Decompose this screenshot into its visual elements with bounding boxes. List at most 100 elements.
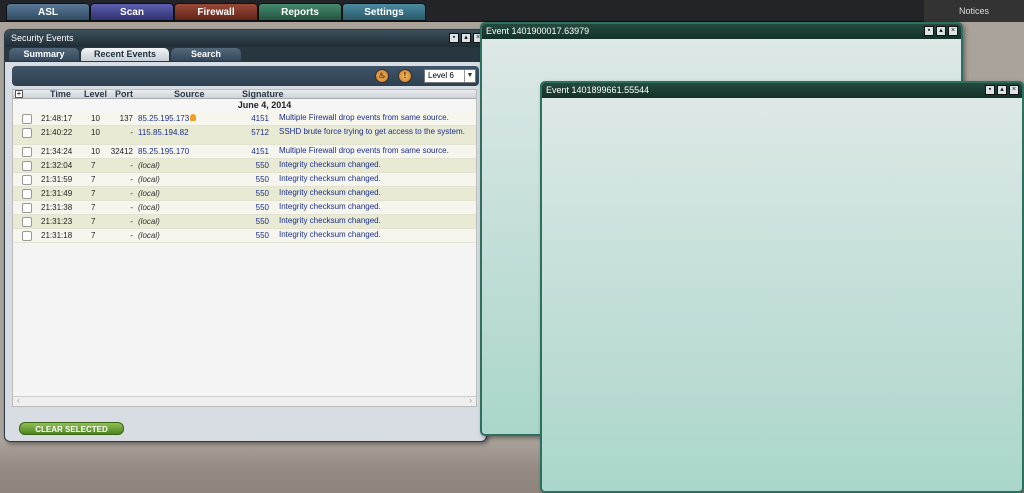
cell-time: 21:31:23 xyxy=(41,217,73,226)
minimize-icon[interactable]: ▪ xyxy=(449,33,459,43)
cell-level: 10 xyxy=(91,128,100,137)
source-ip[interactable]: 85.25.195.173 xyxy=(138,114,189,123)
cell-signature[interactable]: 550 xyxy=(238,231,269,240)
cell-description: Integrity checksum changed. xyxy=(279,174,381,183)
window-titlebar[interactable]: Event 1401899661.55544 ▪ ▴ × xyxy=(542,83,1022,98)
cell-signature[interactable]: 550 xyxy=(238,189,269,198)
cell-source: (local) xyxy=(138,231,160,240)
cell-description: Integrity checksum changed. xyxy=(279,230,381,239)
cell-signature[interactable]: 4151 xyxy=(238,114,269,123)
horizontal-scrollbar[interactable]: ‹ › xyxy=(13,396,476,406)
cell-source: (local) xyxy=(138,175,160,184)
row-checkbox[interactable] xyxy=(22,128,32,138)
cell-signature[interactable]: 550 xyxy=(238,175,269,184)
table-row[interactable]: 21:31:23 7 - (local) 550 Integrity check… xyxy=(13,215,476,229)
cell-time: 21:40:22 xyxy=(41,128,73,137)
scroll-right-icon[interactable]: › xyxy=(469,397,472,405)
cell-signature[interactable]: 4151 xyxy=(238,147,269,156)
row-checkbox[interactable] xyxy=(22,231,32,241)
row-checkbox[interactable] xyxy=(22,203,32,213)
tab-search[interactable]: Search xyxy=(171,48,241,61)
close-icon[interactable]: × xyxy=(948,26,958,36)
scroll-left-icon[interactable]: ‹ xyxy=(17,397,20,405)
row-checkbox[interactable] xyxy=(22,217,32,227)
column-port[interactable]: Port xyxy=(115,89,133,99)
events-toolbar: ♨ ! Level 6 ▼ xyxy=(12,66,479,86)
cell-port: - xyxy=(130,175,133,184)
minimize-icon[interactable]: ▪ xyxy=(924,26,934,36)
cell-source: (local) xyxy=(138,203,160,212)
window-titlebar[interactable]: Event 1401900017.63979 ▪ ▴ × xyxy=(482,24,961,39)
cell-level: 10 xyxy=(91,147,100,156)
row-checkbox[interactable] xyxy=(22,175,32,185)
security-events-window: Security Events ▪ ▴ × Summary Recent Eve… xyxy=(4,29,487,442)
clear-selected-button[interactable]: CLEAR SELECTED xyxy=(19,422,124,435)
cell-port: - xyxy=(130,217,133,226)
tab-scan[interactable]: Scan xyxy=(90,3,174,21)
cell-time: 21:31:49 xyxy=(41,189,73,198)
detach-icon[interactable]: ▴ xyxy=(997,85,1007,95)
event-window: Event 1401899661.55544 ▪ ▴ × xyxy=(540,81,1024,493)
cell-source[interactable]: 115.85.194.82 xyxy=(138,128,189,137)
level-select[interactable]: Level 6 ▼ xyxy=(424,69,476,83)
table-row[interactable]: 21:40:22 10 - 115.85.194.82 5712 SSHD br… xyxy=(13,126,476,145)
cell-port: - xyxy=(130,203,133,212)
chevron-down-icon: ▼ xyxy=(464,70,475,82)
cell-signature[interactable]: 550 xyxy=(238,217,269,226)
minimize-icon[interactable]: ▪ xyxy=(985,85,995,95)
cell-signature[interactable]: 5712 xyxy=(238,128,269,137)
expand-all-icon[interactable]: + xyxy=(15,90,23,98)
cell-level: 7 xyxy=(91,203,96,212)
row-checkbox[interactable] xyxy=(22,147,32,157)
column-signature[interactable]: Signature xyxy=(242,89,284,99)
table-row[interactable]: 21:31:18 7 - (local) 550 Integrity check… xyxy=(13,229,476,243)
column-source[interactable]: Source xyxy=(174,89,205,99)
table-row[interactable]: 21:32:04 7 - (local) 550 Integrity check… xyxy=(13,159,476,173)
cell-time: 21:31:59 xyxy=(41,175,73,184)
top-nav-bar: ASL Scan Firewall Reports Settings Notic… xyxy=(0,0,1024,22)
level-select-value: Level 6 xyxy=(428,71,454,80)
cell-port: 32412 xyxy=(110,147,133,156)
row-checkbox[interactable] xyxy=(22,189,32,199)
tab-reports[interactable]: Reports xyxy=(258,3,342,21)
cell-signature[interactable]: 550 xyxy=(238,161,269,170)
cell-description: Integrity checksum changed. xyxy=(279,160,381,169)
tab-summary[interactable]: Summary xyxy=(9,48,79,61)
flame-filter-icon[interactable]: ♨ xyxy=(375,69,389,83)
cell-level: 7 xyxy=(91,217,96,226)
cell-level: 7 xyxy=(91,161,96,170)
table-header: + Time Level Port Source Signature xyxy=(13,89,476,99)
cell-level: 7 xyxy=(91,189,96,198)
row-checkbox[interactable] xyxy=(22,114,32,124)
table-row[interactable]: 21:31:49 7 - (local) 550 Integrity check… xyxy=(13,187,476,201)
tab-recent-events[interactable]: Recent Events xyxy=(81,48,169,61)
cell-time: 21:34:24 xyxy=(41,147,73,156)
subtab-bar: Summary Recent Events Search xyxy=(5,47,486,62)
tab-asl[interactable]: ASL xyxy=(6,3,90,21)
cell-port: - xyxy=(130,231,133,240)
table-row[interactable]: 21:34:24 10 32412 85.25.195.170 4151 Mul… xyxy=(13,145,476,159)
cell-source: (local) xyxy=(138,217,160,226)
cell-port: - xyxy=(130,128,133,137)
cell-source[interactable]: 85.25.195.173 xyxy=(138,114,197,123)
cell-level: 7 xyxy=(91,175,96,184)
column-time[interactable]: Time xyxy=(50,89,71,99)
warning-filter-icon[interactable]: ! xyxy=(398,69,412,83)
detach-icon[interactable]: ▴ xyxy=(461,33,471,43)
window-titlebar[interactable]: Security Events ▪ ▴ × xyxy=(5,30,486,47)
cell-source[interactable]: 85.25.195.170 xyxy=(138,147,189,156)
notices-link[interactable]: Notices xyxy=(924,0,1024,22)
table-row[interactable]: 21:31:38 7 - (local) 550 Integrity check… xyxy=(13,201,476,215)
row-checkbox[interactable] xyxy=(22,161,32,171)
cell-port: 137 xyxy=(119,114,133,123)
cell-time: 21:48:17 xyxy=(41,114,73,123)
tab-firewall[interactable]: Firewall xyxy=(174,3,258,21)
detach-icon[interactable]: ▴ xyxy=(936,26,946,36)
close-icon[interactable]: × xyxy=(1009,85,1019,95)
table-row[interactable]: 21:31:59 7 - (local) 550 Integrity check… xyxy=(13,173,476,187)
tab-settings[interactable]: Settings xyxy=(342,3,426,21)
cell-signature[interactable]: 550 xyxy=(238,203,269,212)
column-level[interactable]: Level xyxy=(84,89,107,99)
window-title: Event 1401899661.55544 xyxy=(546,85,650,95)
table-row[interactable]: 21:48:17 10 137 85.25.195.173 4151 Multi… xyxy=(13,112,476,126)
